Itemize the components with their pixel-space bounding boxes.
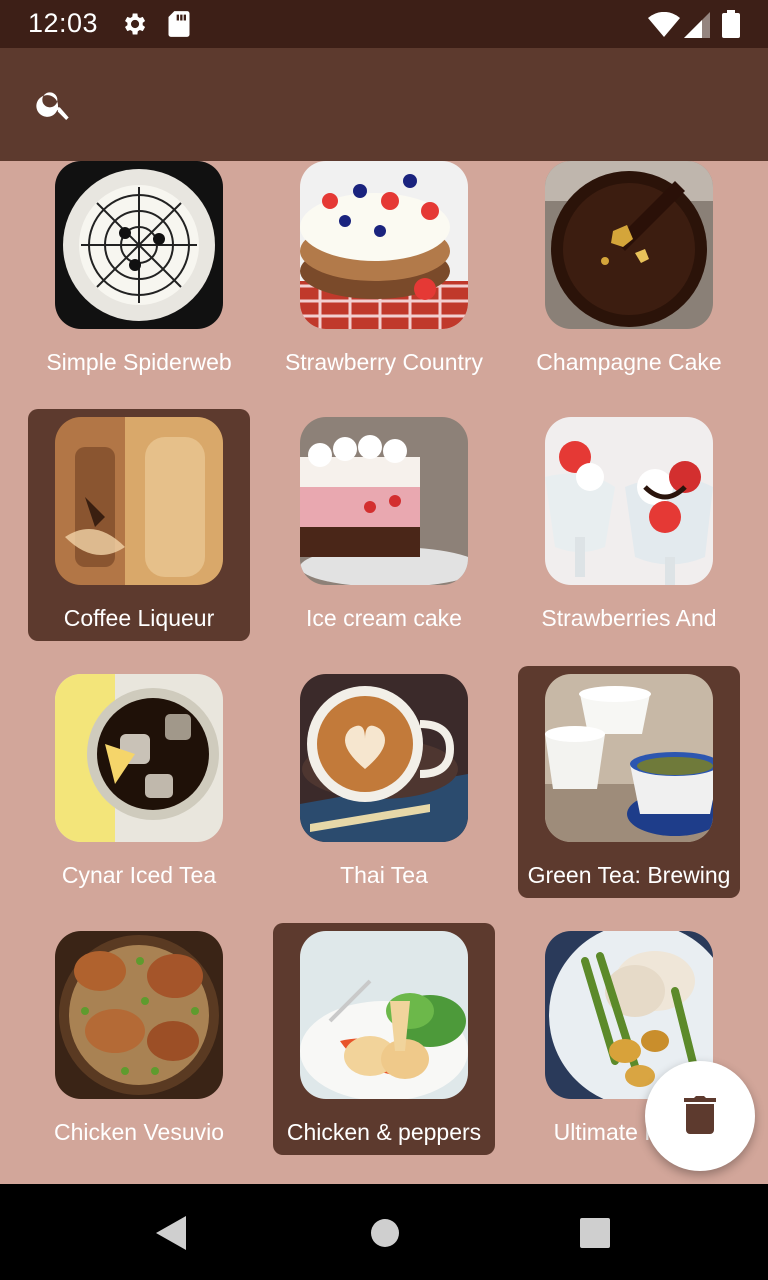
recipe-label: Chicken & peppers (286, 1119, 482, 1145)
recipe-label: Cynar Iced Tea (61, 862, 217, 888)
recipe-label: Ice cream cake (306, 605, 462, 631)
recipe-image (55, 417, 223, 585)
recipe-label: Thai Tea (340, 862, 428, 888)
delete-fab[interactable] (645, 1061, 755, 1171)
recipe-tile-simple-spiderweb[interactable]: Simple Spiderweb (28, 161, 250, 385)
recipe-tile-champagne-cake[interactable]: Champagne Cake (518, 161, 740, 385)
recipe-tile-cynar-iced-tea[interactable]: Cynar Iced Tea (28, 666, 250, 898)
recipe-tile-strawberry-country[interactable]: Strawberry Country (273, 161, 495, 385)
recipe-label: Simple Spiderweb (46, 349, 232, 375)
recipe-image (545, 417, 713, 585)
recipe-tile-strawberries-and[interactable]: Strawberries And (518, 409, 740, 641)
recipe-image (55, 161, 223, 329)
recipe-tile-thai-tea[interactable]: Thai Tea (273, 666, 495, 898)
back-icon[interactable] (156, 1216, 186, 1255)
recents-icon[interactable] (580, 1218, 610, 1253)
recipe-image (55, 674, 223, 842)
recipe-image (545, 161, 713, 329)
home-icon[interactable] (370, 1218, 400, 1253)
recipe-label: Chicken Vesuvio (53, 1119, 225, 1145)
wifi-icon (648, 11, 680, 43)
navigation-bar (0, 1184, 768, 1280)
recipe-image (300, 161, 468, 329)
status-bar: 12:03 (0, 0, 768, 48)
sd-card-icon (166, 10, 192, 43)
recipe-label: Strawberries And (541, 605, 717, 631)
recipe-tile-coffee-liqueur[interactable]: Coffee Liqueur (28, 409, 250, 641)
recipe-image (300, 931, 468, 1099)
recipe-image (55, 931, 223, 1099)
recipe-image (300, 417, 468, 585)
recipe-tile-ice-cream-cake[interactable]: Ice cream cake (273, 409, 495, 641)
status-time: 12:03 (28, 8, 99, 38)
search-icon[interactable] (28, 78, 80, 130)
recipe-label: Strawberry Country (284, 349, 484, 375)
recipe-tile-green-tea-brewing[interactable]: Green Tea: Brewing (518, 666, 740, 898)
app-bar (0, 48, 768, 161)
recipe-label: Green Tea: Brewing (527, 862, 731, 888)
recipe-tile-chicken-peppers[interactable]: Chicken & peppers (273, 923, 495, 1155)
recipe-grid: Simple Spiderweb Strawberry Country Cham… (0, 161, 768, 1184)
settings-icon (120, 10, 148, 43)
battery-icon (722, 10, 740, 43)
recipe-image (300, 674, 468, 842)
recipe-image (545, 674, 713, 842)
trash-icon (684, 1094, 716, 1139)
signal-icon (684, 12, 710, 43)
recipe-tile-chicken-vesuvio[interactable]: Chicken Vesuvio (28, 923, 250, 1155)
recipe-label: Champagne Cake (536, 349, 722, 375)
recipe-label: Coffee Liqueur (63, 605, 215, 631)
